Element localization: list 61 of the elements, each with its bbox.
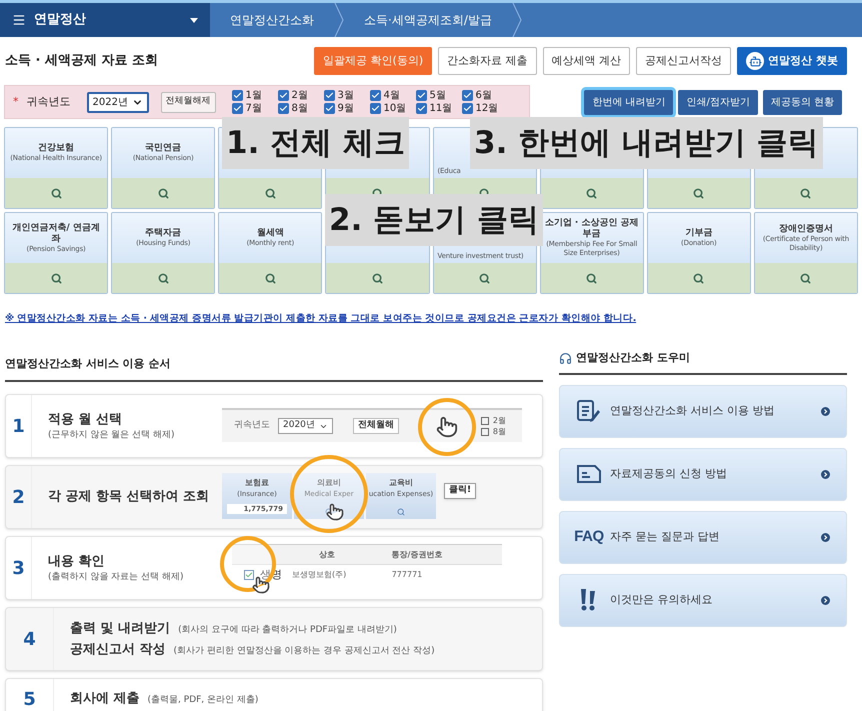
illustration-check: 2월 — [480, 416, 506, 426]
instruction-tooltip: 2. 돋보기 클릭 — [325, 194, 543, 246]
month-label: 3월 — [338, 89, 354, 102]
tile-title: 국민연금 — [145, 143, 182, 154]
month-label: 9월 — [338, 102, 354, 115]
step-title: 출력 및 내려받기 — [70, 620, 170, 638]
month-label: 10월 — [384, 102, 406, 115]
month-label: 1월 — [246, 89, 262, 102]
month-label: 2월 — [292, 89, 308, 102]
step-title: 회사에 제출 — [70, 690, 140, 708]
step-title: 적용 월 선택 — [48, 410, 124, 428]
tile-title: 주택자금 — [145, 228, 182, 239]
illustration-label: 귀속년도 — [234, 419, 270, 432]
step-note: (회사의 요구에 따라 출력하거나 PDF파일로 내려받기) — [178, 624, 397, 636]
month-label: 12월 — [476, 102, 498, 115]
month-label: 5월 — [430, 89, 446, 102]
tile-title: 장애인증명서 — [778, 224, 833, 234]
step-note: (근무하지 않은 월은 선택 해제) — [48, 429, 176, 442]
step-title: 공제신고서 작성 — [70, 641, 166, 659]
step-note: (회사가 편리한 연말정산을 이용하는 경우 공제신고서 전산 작성) — [174, 645, 435, 658]
required-mark: * — [13, 94, 18, 110]
tile-title: 기부금 — [685, 228, 712, 239]
helper-label: 자주 묻는 질문과 답변 — [610, 528, 720, 545]
section-heading: 연말정산간소화 도우미 — [576, 350, 690, 366]
month-label: 4월 — [384, 89, 400, 102]
tile-title: 소기업 · 소상공인 공제부금 — [544, 218, 639, 240]
helper-label: 연말정산간소화 서비스 이용 방법 — [610, 402, 774, 419]
tile-title: 건강보험 — [38, 143, 74, 154]
click-callout: 클릭! — [444, 483, 476, 498]
illustration-check: 8월 — [480, 426, 506, 436]
month-label: 8월 — [292, 102, 308, 115]
month-label: 11월 — [430, 102, 452, 115]
step-number: 3 — [6, 537, 32, 599]
month-label: 7월 — [246, 102, 262, 115]
illustration-column-header: 통장/증권번호 — [390, 548, 444, 560]
section-heading: 연말정산간소화 서비스 이용 순서 — [5, 357, 170, 370]
instruction-tooltip: 3. 한번에 내려받기 클릭 — [470, 117, 823, 169]
step-number: 5 — [6, 679, 54, 711]
month-label: 6월 — [476, 89, 492, 102]
illustration-cell-text: 777771 — [390, 569, 424, 581]
instruction-tooltip: 1. 전체 체크 — [222, 117, 409, 169]
step-note: (출력물, PDF, 온라인 제출) — [148, 694, 258, 708]
step-title: 각 공제 항목 선택하여 조회 — [48, 488, 210, 506]
illustration-tile-title: 의료비 — [317, 477, 341, 489]
faq-label: FAQ — [574, 526, 604, 547]
page-title: 소득 · 세액공제 자료 조회 — [5, 52, 158, 70]
illustration-tile-title: 교육비 — [389, 477, 413, 489]
illustration-column-header: 상호 — [318, 548, 336, 560]
helper-label: 자료제공동의 신청 방법 — [610, 466, 727, 482]
step-note: (출력하지 않을 자료는 선택 해제) — [48, 571, 184, 584]
illustration-cell-text: 보생명보험(주) — [292, 569, 348, 581]
menu-title: 연말정산 — [34, 11, 86, 30]
year-label: 귀속년도 — [26, 94, 72, 110]
step-number: 1 — [6, 395, 32, 457]
step-number: 2 — [6, 466, 32, 528]
tile-title: 개인연금저축/ 연금계좌 — [11, 222, 101, 244]
step-number: 4 — [6, 608, 54, 670]
step-title: 내용 확인 — [48, 552, 106, 570]
helper-label: 이것만은 유의하세요 — [610, 592, 712, 608]
illustration-tile-title: 보험료 — [245, 477, 269, 489]
tile-title: 월세액 — [256, 228, 284, 239]
